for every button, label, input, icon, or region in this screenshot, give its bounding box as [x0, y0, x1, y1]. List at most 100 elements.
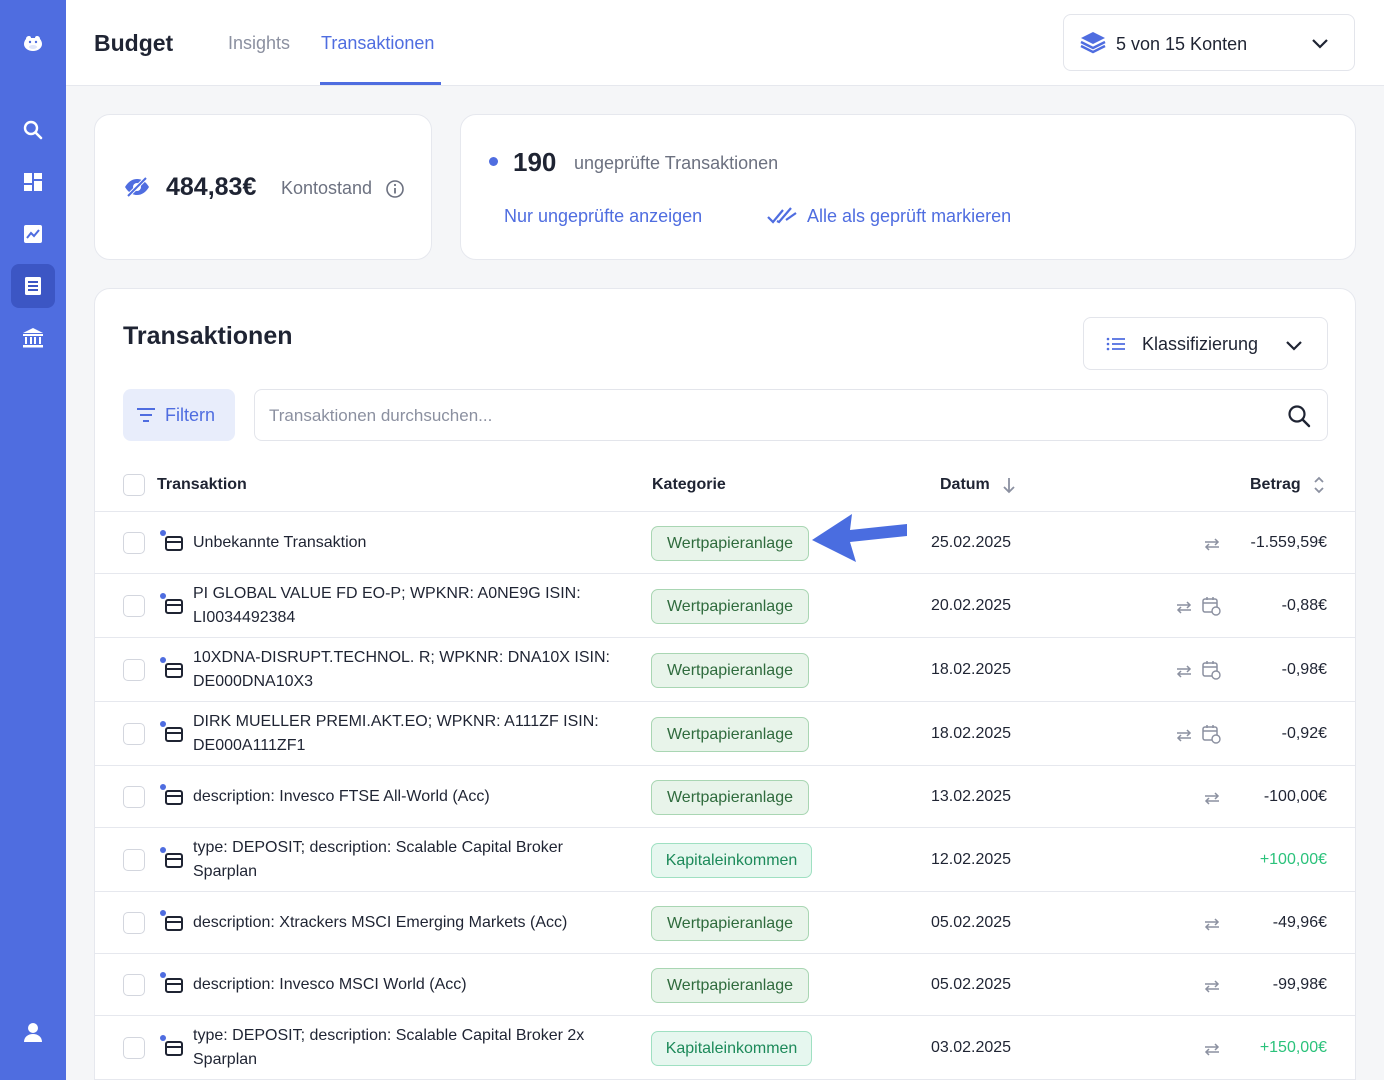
transaction-description[interactable]: PI GLOBAL VALUE FD EO-P; WPKNR: A0NE9G I… — [193, 582, 623, 630]
category-badge[interactable]: Kapitaleinkommen — [651, 843, 812, 878]
chart-icon[interactable] — [11, 212, 55, 256]
transaction-description[interactable]: DIRK MUELLER PREMI.AKT.EO; WPKNR: A111ZF… — [193, 710, 623, 758]
column-category[interactable]: Kategorie — [652, 476, 726, 494]
transfer-icon — [1204, 1043, 1220, 1056]
balance-label: Kontostand — [281, 178, 373, 198]
unreviewed-count: 190 — [513, 147, 557, 177]
column-amount[interactable]: Betrag — [1250, 476, 1301, 494]
row-checkbox[interactable] — [123, 974, 145, 996]
category-badge[interactable]: Wertpapieranlage — [651, 653, 809, 688]
search-icon[interactable] — [11, 108, 55, 152]
user-icon[interactable] — [11, 1010, 55, 1054]
transactions-title: Transaktionen — [123, 322, 293, 350]
transfer-icon — [1204, 980, 1220, 993]
transaction-date: 18.02.2025 — [931, 661, 1012, 678]
info-icon[interactable] — [385, 179, 405, 199]
search-input[interactable] — [269, 402, 1249, 430]
table-row[interactable]: Unbekannte Transaktion Wertpapieranlage 25… — [95, 512, 1355, 574]
transaction-description[interactable]: description: Invesco FTSE All-World (Acc… — [193, 785, 623, 809]
eye-off-icon[interactable] — [123, 176, 151, 198]
row-checkbox[interactable] — [123, 786, 145, 808]
chevron-down-icon — [1312, 39, 1328, 49]
transaction-amount: -0,88€ — [1281, 597, 1327, 614]
category-badge[interactable]: Wertpapieranlage — [651, 526, 809, 561]
row-checkbox[interactable] — [123, 912, 145, 934]
category-badge[interactable]: Wertpapieranlage — [651, 780, 809, 815]
transaction-amount: -0,92€ — [1281, 725, 1327, 742]
row-checkbox[interactable] — [123, 595, 145, 617]
tab-transaktionen[interactable]: Transaktionen — [321, 33, 434, 54]
recurring-calendar-icon — [1202, 725, 1221, 744]
transactions-icon[interactable] — [11, 264, 55, 308]
row-checkbox[interactable] — [123, 723, 145, 745]
transactions-card: Transaktionen Klassifizierung Filtern Tr… — [94, 288, 1356, 1080]
category-badge[interactable]: Kapitaleinkommen — [651, 1031, 812, 1066]
account-selector[interactable]: 5 von 15 Konten — [1063, 14, 1355, 71]
transaction-amount: -99,98€ — [1272, 976, 1327, 993]
card-unreviewed-icon — [160, 910, 183, 931]
row-checkbox[interactable] — [123, 849, 145, 871]
table-row[interactable]: PI GLOBAL VALUE FD EO-P; WPKNR: A0NE9G I… — [95, 574, 1355, 638]
mark-all-reviewed-link[interactable]: Alle als geprüft markieren — [807, 206, 1011, 227]
row-checkbox[interactable] — [123, 659, 145, 681]
dashboard-icon[interactable] — [11, 160, 55, 204]
filter-label: Filtern — [165, 405, 216, 425]
transaction-date: 25.02.2025 — [931, 534, 1012, 551]
table-row[interactable]: description: Invesco FTSE All-World (Acc… — [95, 766, 1355, 828]
transaction-description[interactable]: description: Xtrackers MSCI Emerging Mar… — [193, 911, 623, 935]
card-unreviewed-icon — [160, 593, 183, 614]
category-badge[interactable]: Wertpapieranlage — [651, 717, 809, 752]
active-tab-indicator — [320, 82, 441, 85]
transfer-icon — [1176, 729, 1192, 742]
column-transaction[interactable]: Transaktion — [157, 476, 247, 494]
transaction-description[interactable]: Unbekannte Transaktion — [193, 531, 623, 555]
select-all-checkbox[interactable] — [123, 474, 145, 496]
column-date[interactable]: Datum — [940, 476, 990, 494]
card-unreviewed-icon — [160, 530, 183, 551]
chevron-down-icon — [1286, 341, 1302, 351]
table-row[interactable]: description: Invesco MSCI World (Acc) Wer… — [95, 954, 1355, 1016]
card-unreviewed-icon — [160, 784, 183, 805]
hippo-logo-icon[interactable] — [11, 22, 55, 66]
transaction-description[interactable]: 10XDNA-DISRUPT.TECHNOL. R; WPKNR: DNA10X… — [193, 646, 623, 694]
card-unreviewed-icon — [160, 847, 183, 868]
card-unreviewed-icon — [160, 721, 183, 742]
table-row[interactable]: description: Xtrackers MSCI Emerging Mar… — [95, 892, 1355, 954]
category-badge[interactable]: Wertpapieranlage — [651, 968, 809, 1003]
unreviewed-dot — [489, 157, 498, 166]
category-badge[interactable]: Wertpapieranlage — [651, 589, 809, 624]
category-badge[interactable]: Wertpapieranlage — [651, 906, 809, 941]
list-icon — [1106, 337, 1125, 351]
transaction-date: 18.02.2025 — [931, 725, 1012, 742]
balance-card: 484,83€ Kontostand — [94, 114, 432, 260]
tab-insights[interactable]: Insights — [228, 33, 290, 54]
table-row[interactable]: 10XDNA-DISRUPT.TECHNOL. R; WPKNR: DNA10X… — [95, 638, 1355, 702]
transaction-amount: -100,00€ — [1263, 788, 1327, 805]
row-checkbox[interactable] — [123, 1037, 145, 1059]
transfer-icon — [1176, 665, 1192, 678]
sort-icon[interactable] — [1312, 475, 1326, 495]
transfer-icon — [1204, 918, 1220, 931]
table-row[interactable]: type: DEPOSIT; description: Scalable Cap… — [95, 1016, 1355, 1080]
review-card: 190 ungeprüfte Transaktionen Nur ungeprü… — [460, 114, 1356, 260]
transaction-description[interactable]: type: DEPOSIT; description: Scalable Cap… — [193, 1024, 623, 1072]
recurring-calendar-icon — [1202, 597, 1221, 616]
transaction-description[interactable]: description: Invesco MSCI World (Acc) — [193, 973, 623, 997]
classification-dropdown[interactable]: Klassifizierung — [1083, 317, 1328, 370]
search-icon[interactable] — [1286, 403, 1312, 429]
table-row[interactable]: DIRK MUELLER PREMI.AKT.EO; WPKNR: A111ZF… — [95, 702, 1355, 766]
filter-icon — [137, 408, 155, 422]
classification-label: Klassifizierung — [1142, 334, 1259, 354]
sort-desc-icon[interactable] — [1001, 476, 1017, 494]
filter-button[interactable]: Filtern — [123, 389, 235, 441]
bank-icon[interactable] — [11, 316, 55, 360]
search-box — [254, 389, 1328, 441]
show-unreviewed-link[interactable]: Nur ungeprüfte anzeigen — [504, 206, 702, 227]
recurring-calendar-icon — [1202, 661, 1221, 680]
row-checkbox[interactable] — [123, 532, 145, 554]
transaction-date: 05.02.2025 — [931, 914, 1012, 931]
table-row[interactable]: type: DEPOSIT; description: Scalable Cap… — [95, 828, 1355, 892]
double-check-icon — [767, 207, 797, 224]
transaction-description[interactable]: type: DEPOSIT; description: Scalable Cap… — [193, 836, 623, 884]
transaction-date: 12.02.2025 — [931, 851, 1012, 868]
